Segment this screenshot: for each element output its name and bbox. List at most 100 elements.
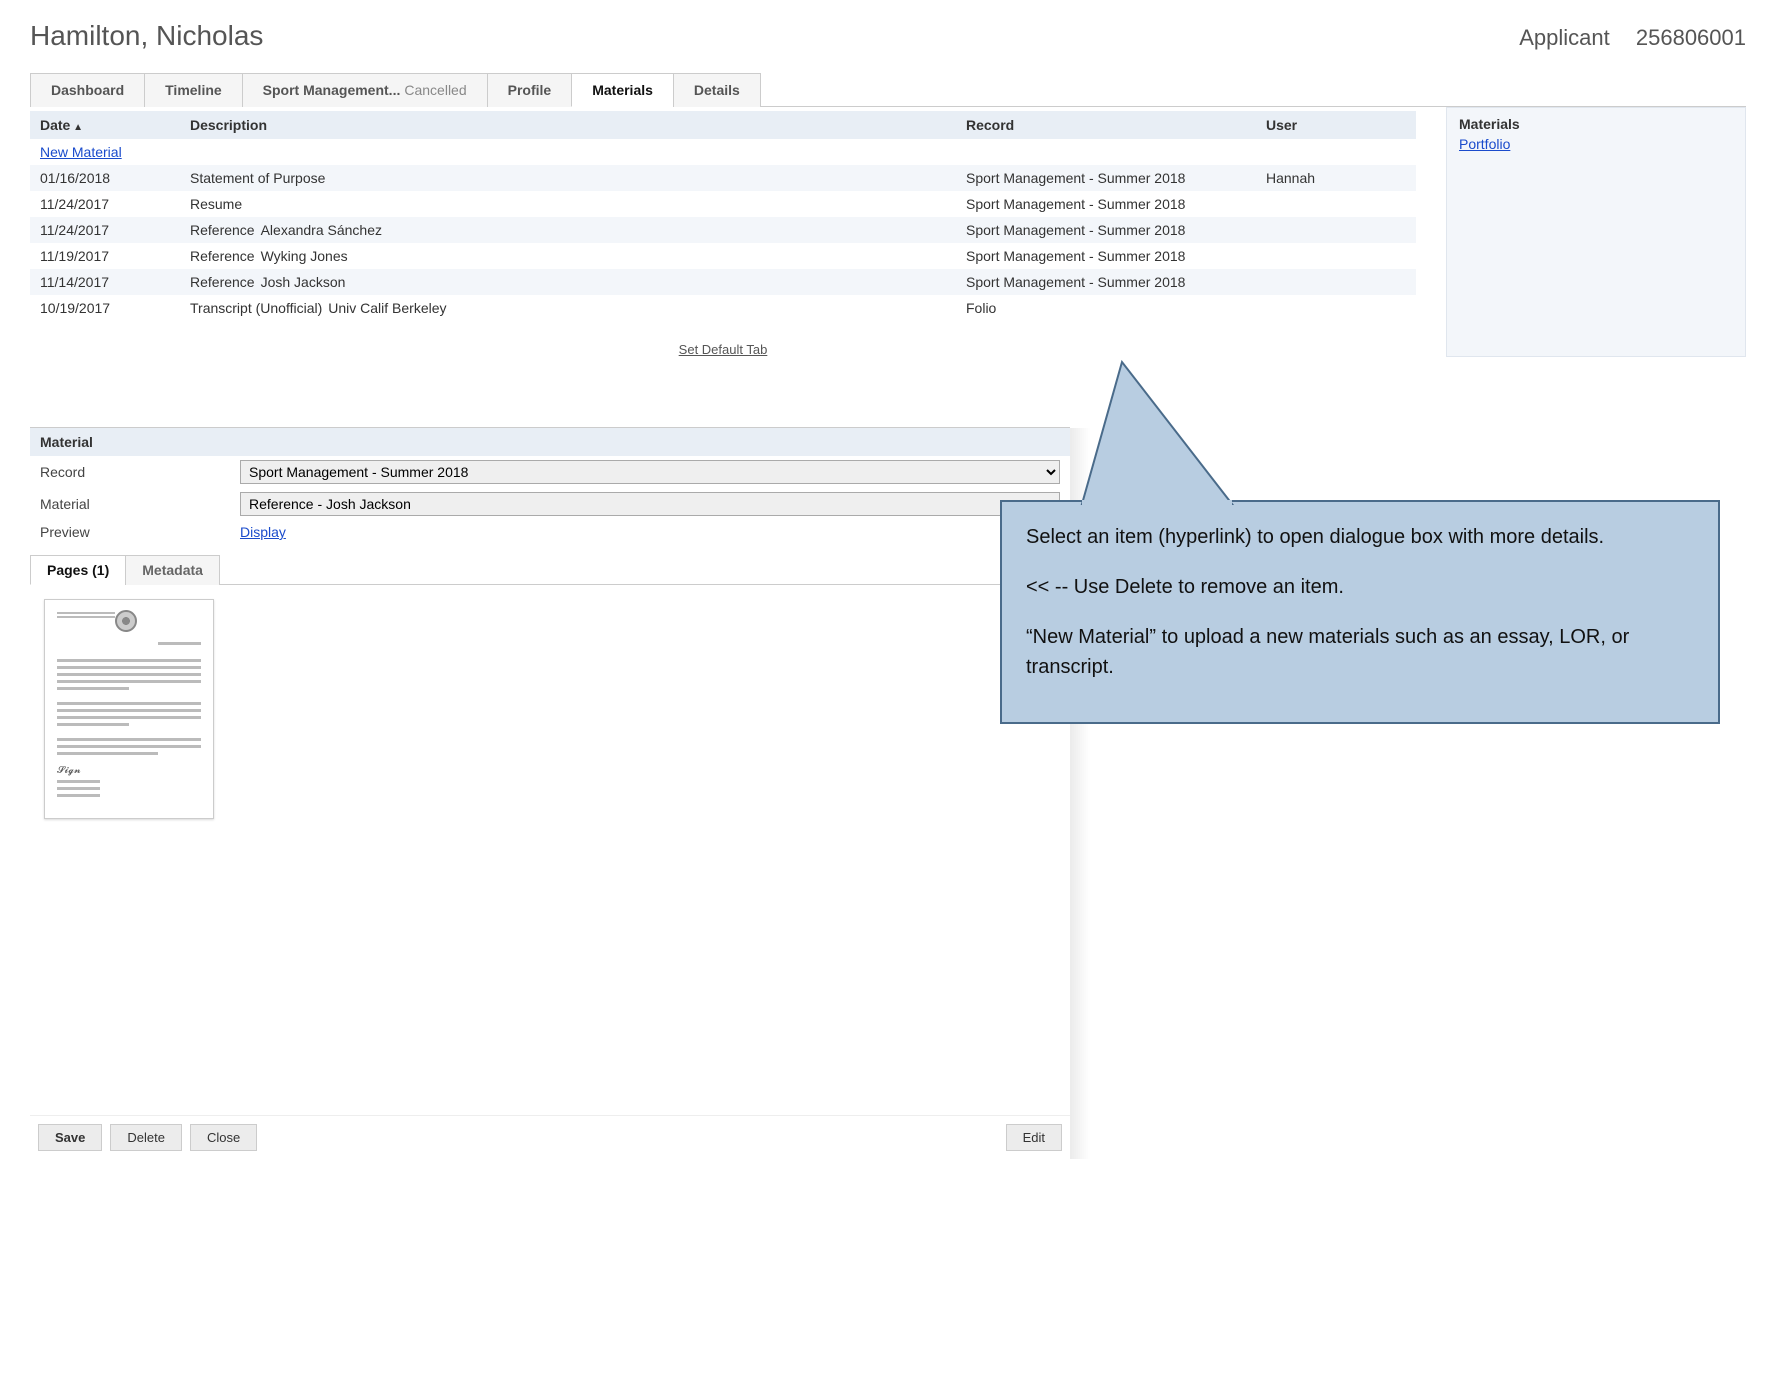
cell-date: 11/14/2017 [30, 269, 180, 295]
cell-date: 10/19/2017 [30, 295, 180, 321]
cell-desc: Reference Josh Jackson [180, 269, 956, 295]
tab-dashboard[interactable]: Dashboard [30, 73, 145, 107]
tab-label: Profile [508, 82, 552, 98]
cell-date: 01/16/2018 [30, 165, 180, 191]
desc-main: Transcript (Unofficial) [190, 300, 322, 316]
cell-user [1256, 269, 1416, 295]
cell-date: 11/24/2017 [30, 191, 180, 217]
cell-record: Sport Management - Summer 2018 [956, 217, 1256, 243]
col-label: Description [190, 117, 267, 133]
cell-record: Sport Management - Summer 2018 [956, 165, 1256, 191]
detail-subtabs: Pages (1) Metadata [30, 554, 1070, 585]
desc-extra: Alexandra Sánchez [261, 222, 382, 238]
cell-user [1256, 243, 1416, 269]
sidebar-materials: Materials Portfolio [1446, 107, 1746, 357]
table-row[interactable]: 10/19/2017 Transcript (Unofficial) Univ C… [30, 295, 1416, 321]
tab-materials[interactable]: Materials [571, 73, 674, 107]
table-row[interactable]: 11/24/2017 Reference Alexandra Sánchez Sp… [30, 217, 1416, 243]
cell-user [1256, 191, 1416, 217]
table-row[interactable]: 11/19/2017 Reference Wyking Jones Sport M… [30, 243, 1416, 269]
col-record[interactable]: Record [956, 111, 1256, 139]
desc-extra: Josh Jackson [261, 274, 346, 290]
desc-extra: Wyking Jones [261, 248, 348, 264]
cell-desc: Reference Alexandra Sánchez [180, 217, 956, 243]
tab-timeline[interactable]: Timeline [144, 73, 243, 107]
record-select[interactable]: Sport Management - Summer 2018 [240, 460, 1060, 484]
letterhead-seal-icon [115, 610, 137, 632]
sidebar-portfolio-link[interactable]: Portfolio [1459, 136, 1510, 152]
tab-profile[interactable]: Profile [487, 73, 573, 107]
tab-label: Materials [592, 82, 653, 98]
material-detail-panel: Material Record Sport Management - Summe… [30, 427, 1070, 1159]
table-row[interactable]: 11/24/2017 Resume Sport Management - Sum… [30, 191, 1416, 217]
new-material-link[interactable]: New Material [40, 144, 122, 160]
tab-status: Cancelled [404, 82, 466, 98]
form-row-record: Record Sport Management - Summer 2018 [30, 456, 1070, 488]
form-row-material: Material Reference - Josh Jackson [30, 488, 1070, 520]
material-label: Material [40, 496, 240, 512]
cell-user [1256, 217, 1416, 243]
tab-label: Sport Management... [263, 82, 401, 98]
callout-text-3: “New Material” to upload a new materials… [1026, 622, 1694, 682]
sidebar-title: Materials [1459, 116, 1733, 132]
subtab-pages[interactable]: Pages (1) [30, 555, 126, 585]
cell-desc: Transcript (Unofficial) Univ Calif Berkel… [180, 295, 956, 321]
table-row[interactable]: 01/16/2018 Statement of Purpose Sport Ma… [30, 165, 1416, 191]
desc-main: Reference [190, 248, 255, 264]
applicant-meta: Applicant 256806001 [1499, 25, 1746, 51]
display-link[interactable]: Display [240, 524, 286, 540]
new-material-row: New Material [30, 139, 1416, 165]
col-label: User [1266, 117, 1297, 133]
edit-button[interactable]: Edit [1006, 1124, 1062, 1151]
cell-record: Folio [956, 295, 1256, 321]
save-button[interactable]: Save [38, 1124, 102, 1151]
main-tabs: Dashboard Timeline Sport Management...Ca… [30, 72, 1746, 107]
callout-pointer-icon [1082, 362, 1282, 507]
record-label: Record [40, 464, 240, 480]
desc-extra: Univ Calif Berkeley [328, 300, 446, 316]
set-default-tab-link[interactable]: Set Default Tab [679, 342, 768, 357]
close-button[interactable]: Close [190, 1124, 257, 1151]
button-bar: Save Delete Close Edit [30, 1115, 1070, 1159]
set-default-tab-row: Set Default Tab [30, 341, 1416, 357]
cell-record: Sport Management - Summer 2018 [956, 243, 1256, 269]
cell-date: 11/19/2017 [30, 243, 180, 269]
desc-main: Reference [190, 222, 255, 238]
tab-label: Timeline [165, 82, 222, 98]
tab-label: Dashboard [51, 82, 124, 98]
tab-sport-management[interactable]: Sport Management...Cancelled [242, 73, 488, 107]
applicant-name: Hamilton, Nicholas [30, 20, 263, 52]
col-date[interactable]: Date [30, 111, 180, 139]
materials-table: Date Description Record User New Materia… [30, 111, 1416, 321]
detail-heading: Material [30, 428, 1070, 456]
subtab-metadata[interactable]: Metadata [125, 555, 220, 585]
subtab-label: Pages (1) [47, 562, 109, 578]
col-label: Record [966, 117, 1014, 133]
form-row-preview: Preview Display [30, 520, 1070, 544]
cell-user [1256, 295, 1416, 321]
signature-icon: 𝓢𝓲𝓰𝓷 [57, 765, 201, 776]
material-select[interactable]: Reference - Josh Jackson [240, 492, 1060, 516]
preview-area: 𝓢𝓲𝓰𝓷 [30, 585, 1070, 1115]
col-user[interactable]: User [1256, 111, 1416, 139]
cell-desc: Resume [180, 191, 956, 217]
table-row[interactable]: 11/14/2017 ReferenceJosh Jackson Sport M… [30, 269, 1416, 295]
cell-date: 11/24/2017 [30, 217, 180, 243]
help-callout: Select an item (hyperlink) to open dialo… [1000, 500, 1720, 724]
delete-button[interactable]: Delete [110, 1124, 182, 1151]
desc-main: Statement of Purpose [190, 170, 325, 186]
applicant-role: Applicant [1519, 25, 1610, 50]
tab-details[interactable]: Details [673, 73, 761, 107]
col-description[interactable]: Description [180, 111, 956, 139]
callout-text-1: Select an item (hyperlink) to open dialo… [1026, 522, 1694, 552]
preview-label: Preview [40, 524, 240, 540]
callout-text-2: << -- Use Delete to remove an item. [1026, 572, 1694, 602]
document-thumbnail[interactable]: 𝓢𝓲𝓰𝓷 [44, 599, 214, 819]
page-header: Hamilton, Nicholas Applicant 256806001 [30, 20, 1746, 52]
applicant-id: 256806001 [1636, 25, 1746, 50]
desc-main: Reference [190, 274, 255, 290]
desc-main: Resume [190, 196, 242, 212]
cell-user: Hannah [1256, 165, 1416, 191]
cell-desc: Statement of Purpose [180, 165, 956, 191]
subtab-label: Metadata [142, 562, 203, 578]
